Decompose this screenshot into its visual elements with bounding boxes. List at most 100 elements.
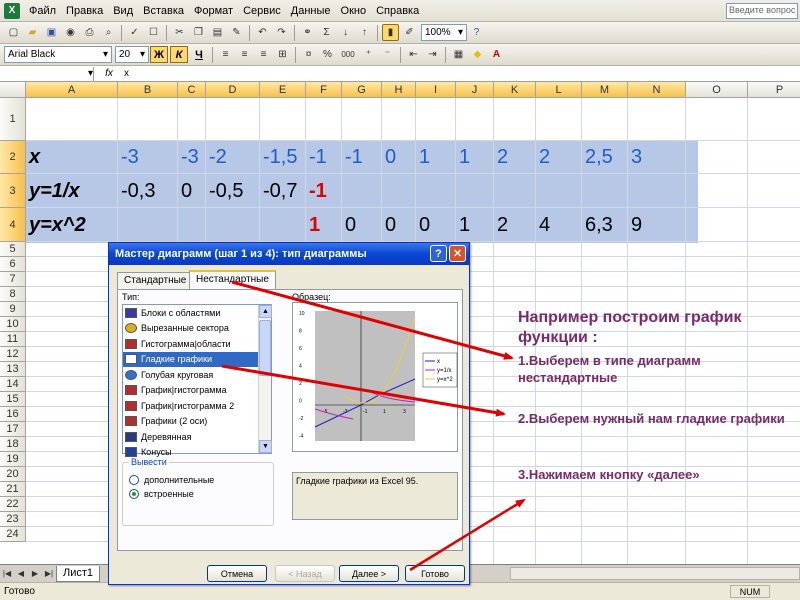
bold-button[interactable]: Ж: [150, 46, 168, 63]
increase-indent-icon[interactable]: ⇥: [424, 46, 441, 63]
font-color-icon[interactable]: A: [488, 46, 505, 63]
column-header-O[interactable]: O: [686, 82, 748, 98]
help-search-input[interactable]: Введите вопрос: [726, 3, 798, 19]
list-item[interactable]: Вырезанные сектора: [123, 321, 271, 337]
row-header-20[interactable]: 20: [0, 467, 26, 482]
cell-x-value[interactable]: 3: [631, 141, 642, 174]
cell-square-value[interactable]: 0: [419, 208, 430, 242]
radio-builtin[interactable]: встроенные: [129, 489, 273, 499]
row-header-9[interactable]: 9: [0, 302, 26, 317]
menu-insert[interactable]: Вставка: [138, 5, 189, 17]
column-header-C[interactable]: C: [178, 82, 206, 98]
cell-x-value[interactable]: -3: [181, 141, 199, 174]
column-header-N[interactable]: N: [628, 82, 686, 98]
thousands-button[interactable]: 000: [338, 46, 358, 63]
cell-x-value[interactable]: -2: [209, 141, 227, 174]
cell-label-recip[interactable]: y=1/x: [29, 174, 80, 208]
column-header-D[interactable]: D: [206, 82, 260, 98]
column-header-H[interactable]: H: [382, 82, 416, 98]
row-header-10[interactable]: 10: [0, 317, 26, 332]
menu-file[interactable]: Файл: [24, 5, 61, 17]
row-header-4[interactable]: 4: [0, 208, 26, 242]
help-icon[interactable]: ?: [430, 245, 447, 262]
undo-icon[interactable]: ↶: [254, 24, 271, 41]
percent-button[interactable]: %: [319, 46, 336, 63]
cut-icon[interactable]: ✂: [171, 24, 188, 41]
column-header-F[interactable]: F: [306, 82, 342, 98]
radio-additional[interactable]: дополнительные: [129, 475, 273, 485]
cell-recip-value[interactable]: 0: [181, 174, 192, 208]
list-item[interactable]: Графики (2 оси): [123, 414, 271, 430]
cell-recip-value[interactable]: -0,3: [121, 174, 155, 208]
italic-button[interactable]: К: [170, 46, 188, 63]
open-icon[interactable]: ▰: [24, 24, 41, 41]
new-icon[interactable]: ▢: [5, 24, 22, 41]
tab-custom[interactable]: Нестандартные: [189, 270, 276, 290]
dialog-titlebar[interactable]: Мастер диаграмм (шаг 1 из 4): тип диагра…: [109, 243, 469, 265]
horizontal-scrollbar[interactable]: [510, 567, 800, 580]
cell-recip-value[interactable]: -0,5: [209, 174, 243, 208]
next-sheet-icon[interactable]: ▶: [28, 569, 42, 578]
next-button[interactable]: Далее >: [339, 565, 399, 582]
cell-x-value[interactable]: 2: [497, 141, 508, 174]
row-header-13[interactable]: 13: [0, 362, 26, 377]
fill-color-icon[interactable]: ◆: [469, 46, 486, 63]
cell-x-value[interactable]: -1,5: [263, 141, 297, 174]
row-header-5[interactable]: 5: [0, 242, 26, 257]
formula-input[interactable]: x: [124, 68, 129, 79]
cancel-button[interactable]: Отмена: [207, 565, 267, 582]
cell-x-value[interactable]: -3: [121, 141, 139, 174]
paste-icon[interactable]: ▤: [209, 24, 226, 41]
row-header-19[interactable]: 19: [0, 452, 26, 467]
cell-x-value[interactable]: 1: [459, 141, 470, 174]
sheet-tab-1[interactable]: Лист1: [56, 565, 101, 582]
cell-square-value[interactable]: 0: [385, 208, 396, 242]
sort-desc-icon[interactable]: ↑: [356, 24, 373, 41]
menu-tools[interactable]: Сервис: [238, 5, 286, 17]
zoom-combo[interactable]: 100% ▾: [421, 24, 467, 41]
hyperlink-icon[interactable]: ⚭: [299, 24, 316, 41]
select-all-corner[interactable]: [0, 82, 26, 98]
cell-square-value[interactable]: 1: [459, 208, 470, 242]
row-header-12[interactable]: 12: [0, 347, 26, 362]
currency-icon[interactable]: ¤: [300, 46, 317, 63]
column-header-E[interactable]: E: [260, 82, 306, 98]
permission-icon[interactable]: ◉: [62, 24, 79, 41]
cell-x-value[interactable]: 0: [385, 141, 396, 174]
row-header-11[interactable]: 11: [0, 332, 26, 347]
chart-wizard-icon[interactable]: ▮: [382, 24, 399, 41]
increase-decimal-icon[interactable]: ⁺: [360, 46, 377, 63]
row-header-8[interactable]: 8: [0, 287, 26, 302]
row-header-17[interactable]: 17: [0, 422, 26, 437]
row-header-6[interactable]: 6: [0, 257, 26, 272]
name-box[interactable]: ▾: [0, 66, 94, 81]
format-painter-icon[interactable]: ✎: [228, 24, 245, 41]
row-header-1[interactable]: 1: [0, 98, 26, 141]
scroll-thumb[interactable]: [259, 320, 271, 376]
cell-x-value[interactable]: 2,5: [585, 141, 613, 174]
first-sheet-icon[interactable]: |◀: [0, 569, 14, 578]
font-name-combo[interactable]: Arial Black ▾: [4, 46, 112, 63]
row-header-24[interactable]: 24: [0, 527, 26, 542]
cell-label-square[interactable]: y=x^2: [29, 208, 86, 242]
align-right-icon[interactable]: ≡: [255, 46, 272, 63]
cell-x-value[interactable]: 2: [539, 141, 550, 174]
merge-center-icon[interactable]: ⊞: [274, 46, 291, 63]
row-header-2[interactable]: 2: [0, 141, 26, 174]
spelling-icon[interactable]: ✓: [126, 24, 143, 41]
cell-square-value[interactable]: 4: [539, 208, 550, 242]
decrease-decimal-icon[interactable]: ⁻: [379, 46, 396, 63]
cell-recip-value[interactable]: -0,7: [263, 174, 297, 208]
help-icon[interactable]: ?: [468, 24, 485, 41]
list-item[interactable]: Деревянная: [123, 429, 271, 445]
back-button[interactable]: < Назад: [275, 565, 335, 582]
borders-icon[interactable]: ▦: [450, 46, 467, 63]
column-header-G[interactable]: G: [342, 82, 382, 98]
cell-x-value[interactable]: 1: [419, 141, 430, 174]
fx-icon[interactable]: fx: [94, 68, 124, 79]
cell-square-value[interactable]: 0: [345, 208, 356, 242]
cell-x-value[interactable]: -1: [345, 141, 363, 174]
tab-standard[interactable]: Стандартные: [117, 272, 194, 290]
drawing-icon[interactable]: ✐: [401, 24, 418, 41]
last-sheet-icon[interactable]: ▶|: [42, 569, 56, 578]
